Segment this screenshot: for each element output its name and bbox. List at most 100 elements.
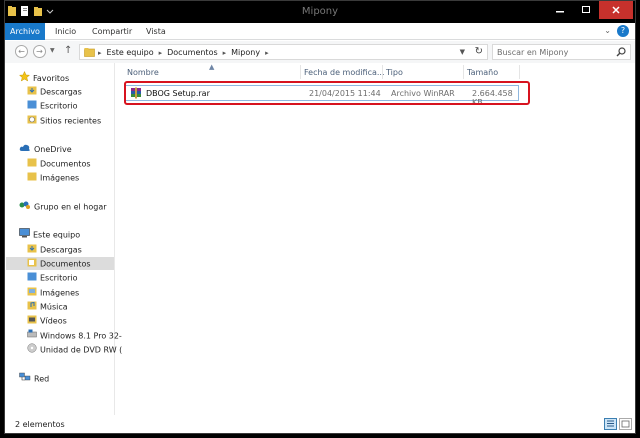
- refresh-icon[interactable]: ↻: [475, 46, 483, 57]
- column-divider[interactable]: [382, 65, 383, 79]
- column-divider[interactable]: [463, 65, 464, 79]
- nav-label: Windows 8.1 Pro 32-: [40, 331, 122, 341]
- status-bar: 2 elementos: [5, 415, 635, 433]
- documents-folder-icon: [27, 157, 37, 170]
- window-title: Mipony: [301, 6, 339, 17]
- address-bar[interactable]: ▸ Este equipo ▸ Documentos ▸ Mipony ▸ ▼ …: [79, 44, 488, 60]
- nav-item-windows-drive[interactable]: Windows 8.1 Pro 32-: [27, 329, 122, 342]
- nav-group-favoritos[interactable]: Favoritos: [19, 71, 69, 84]
- recent-locations-icon[interactable]: ▼: [50, 47, 55, 54]
- explorer-window: Mipony Archivo Inicio Compartir Vista ⌄ …: [4, 0, 636, 434]
- nav-label: Vídeos: [40, 316, 67, 326]
- column-fecha[interactable]: Fecha de modifica...: [304, 68, 385, 77]
- chevron-right-icon[interactable]: ▸: [223, 49, 227, 57]
- downloads-folder-icon: [27, 243, 37, 256]
- documents-folder-icon: [27, 257, 37, 270]
- nav-label: Descargas: [40, 87, 82, 97]
- tab-archivo[interactable]: Archivo: [5, 23, 45, 40]
- nav-label: Escritorio: [40, 101, 78, 111]
- forward-button[interactable]: →: [33, 45, 46, 58]
- nav-label: Grupo en el hogar: [34, 202, 107, 212]
- up-one-level-button[interactable]: ↑: [64, 45, 72, 56]
- downloads-folder-icon: [27, 85, 37, 98]
- maximize-button[interactable]: [573, 1, 599, 19]
- drive-icon: [27, 329, 37, 342]
- nav-item-sitios-recientes[interactable]: Sitios recientes: [27, 114, 101, 127]
- minimize-button[interactable]: [547, 1, 573, 19]
- homegroup-icon: [19, 200, 31, 213]
- music-folder-icon: [27, 300, 37, 313]
- breadcrumb-este-equipo[interactable]: Este equipo: [107, 48, 154, 57]
- nav-label: Escritorio: [40, 273, 78, 283]
- nav-item-escritorio[interactable]: Escritorio: [27, 99, 78, 112]
- minimize-icon: [556, 11, 564, 13]
- details-view-button[interactable]: [604, 418, 617, 430]
- tab-vista[interactable]: Vista: [146, 23, 166, 40]
- nav-group-grupo-hogar[interactable]: Grupo en el hogar: [19, 200, 107, 213]
- nav-item-dvd-drive[interactable]: Unidad de DVD RW (: [27, 343, 122, 356]
- nav-item-escritorio-equipo[interactable]: Escritorio: [27, 271, 78, 284]
- nav-label: Este equipo: [33, 230, 81, 240]
- title-bar: Mipony: [5, 1, 635, 23]
- dvd-drive-icon: [27, 343, 37, 356]
- search-input[interactable]: [497, 45, 612, 59]
- chevron-right-icon[interactable]: ▸: [265, 49, 269, 57]
- videos-folder-icon: [27, 314, 37, 327]
- nav-group-este-equipo[interactable]: Este equipo: [19, 228, 80, 241]
- nav-label: Documentos: [40, 159, 91, 169]
- column-divider[interactable]: [519, 65, 520, 79]
- breadcrumb-documentos[interactable]: Documentos: [167, 48, 218, 57]
- nav-group-red[interactable]: Red: [19, 372, 49, 385]
- column-tamano[interactable]: Tamaño: [467, 68, 498, 77]
- nav-item-descargas-equipo[interactable]: Descargas: [27, 243, 82, 256]
- nav-item-imagenes-equipo[interactable]: Imágenes: [27, 286, 79, 299]
- breadcrumb: ▸ Este equipo ▸ Documentos ▸ Mipony ▸: [98, 48, 269, 57]
- cloud-icon: [19, 143, 31, 156]
- nav-item-documentos-equipo[interactable]: Documentos: [6, 257, 114, 270]
- back-button[interactable]: ←: [15, 45, 28, 58]
- recent-places-icon: [27, 114, 37, 127]
- column-nombre[interactable]: Nombre: [127, 68, 159, 77]
- column-headers: ▲ Nombre Fecha de modifica... Tipo Tamañ…: [123, 63, 635, 81]
- close-icon: [612, 6, 620, 14]
- large-icons-view-button[interactable]: [619, 418, 632, 430]
- help-button[interactable]: ?: [617, 25, 629, 37]
- desktop-folder-icon: [27, 271, 37, 284]
- nav-group-onedrive[interactable]: OneDrive: [19, 143, 72, 156]
- navigation-bar: ← → ▼ ↑ ▸ Este equipo ▸ Documentos ▸ Mip…: [5, 41, 635, 63]
- pictures-folder-icon: [27, 286, 37, 299]
- pictures-folder-icon: [27, 171, 37, 184]
- nav-item-descargas[interactable]: Descargas: [27, 85, 82, 98]
- tab-compartir[interactable]: Compartir: [92, 23, 132, 40]
- close-button[interactable]: [599, 1, 633, 19]
- expand-ribbon-icon[interactable]: ⌄: [604, 26, 611, 35]
- desktop-folder-icon: [27, 99, 37, 112]
- nav-label: OneDrive: [34, 145, 72, 154]
- annotation-highlight-box: [124, 81, 530, 105]
- chevron-down-icon[interactable]: ▼: [460, 48, 465, 56]
- nav-label: Sitios recientes: [40, 116, 102, 126]
- star-icon: [19, 71, 31, 84]
- chevron-right-icon[interactable]: ▸: [98, 49, 102, 57]
- navigation-pane: Favoritos Descargas Escritorio Sitios re…: [5, 63, 122, 415]
- folder-icon: [84, 47, 95, 59]
- nav-label: Descargas: [40, 245, 82, 255]
- details-view-icon: [607, 420, 614, 427]
- nav-item-videos-equipo[interactable]: Vídeos: [27, 314, 67, 327]
- item-count: 2 elementos: [15, 420, 65, 429]
- large-icons-view-icon: [621, 420, 630, 428]
- maximize-icon: [582, 6, 590, 13]
- nav-item-musica-equipo[interactable]: Música: [27, 300, 68, 313]
- nav-label: Favoritos: [33, 74, 70, 83]
- tab-inicio[interactable]: Inicio: [55, 23, 76, 40]
- search-icon[interactable]: [616, 47, 626, 59]
- column-divider[interactable]: [300, 65, 301, 79]
- search-box[interactable]: [492, 44, 631, 60]
- chevron-right-icon[interactable]: ▸: [159, 49, 163, 57]
- breadcrumb-mipony[interactable]: Mipony: [231, 48, 260, 57]
- column-tipo[interactable]: Tipo: [386, 68, 403, 77]
- ribbon-tabs: Archivo Inicio Compartir Vista ⌄ ?: [5, 23, 635, 40]
- nav-item-onedrive-imagenes[interactable]: Imágenes: [27, 171, 79, 184]
- nav-item-onedrive-documentos[interactable]: Documentos: [27, 157, 91, 170]
- nav-label: Red: [34, 374, 50, 384]
